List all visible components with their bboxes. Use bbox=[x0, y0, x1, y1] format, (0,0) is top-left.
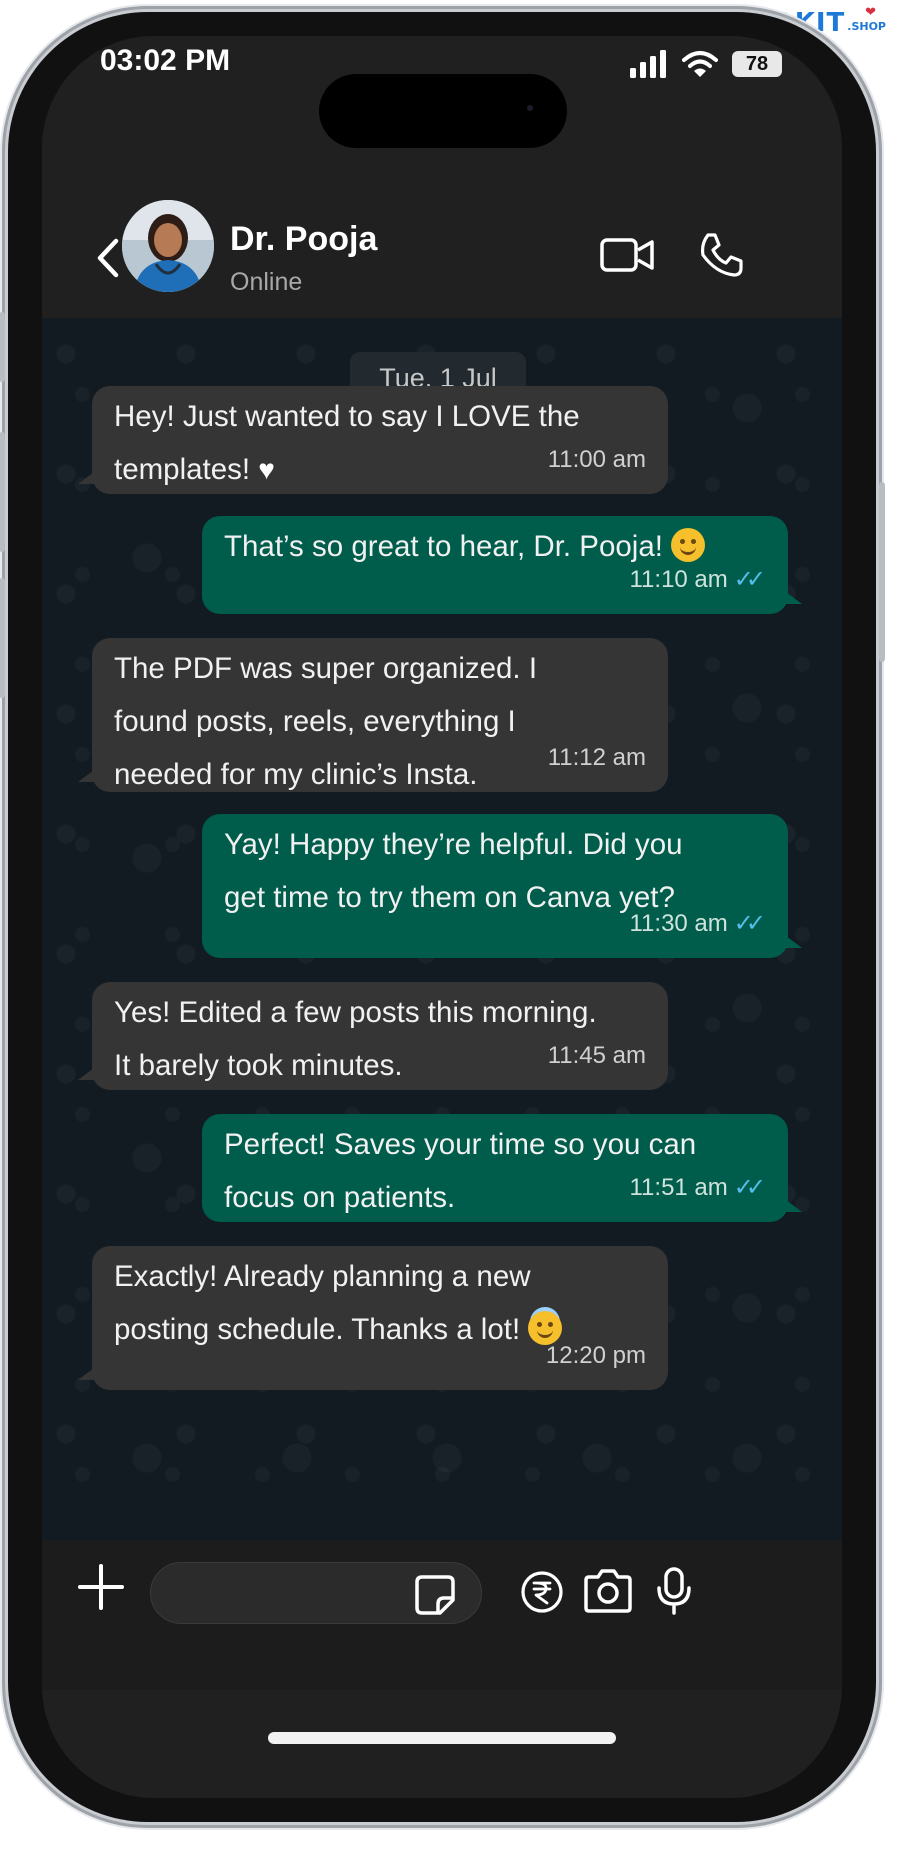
message-bubble-outgoing[interactable]: Yay! Happy they’re helpful. Did you get … bbox=[202, 814, 802, 958]
message-input-bar bbox=[42, 1540, 842, 1690]
white-heart-icon: ♥ bbox=[258, 454, 275, 485]
message-time: 11:30 am bbox=[629, 910, 728, 937]
phone-frame: 03:02 PM 78 Dr. Pooja Online Tue, 1 Jul … bbox=[0, 12, 885, 1822]
sticker-icon[interactable] bbox=[414, 1574, 456, 1616]
avatar-portrait-icon bbox=[122, 200, 214, 292]
cellular-signal-icon bbox=[630, 50, 666, 78]
message-bubble-outgoing[interactable]: Perfect! Saves your time so you can focu… bbox=[202, 1114, 802, 1222]
message-bubble-incoming[interactable]: The PDF was super organized. I found pos… bbox=[78, 638, 668, 792]
contact-status: Online bbox=[230, 268, 303, 296]
shopping-cart-icon: ❤ bbox=[865, 4, 876, 19]
dynamic-island bbox=[319, 74, 567, 148]
microphone-icon[interactable] bbox=[654, 1566, 694, 1616]
contact-avatar[interactable] bbox=[122, 200, 214, 292]
contact-name[interactable]: Dr. Pooja bbox=[230, 220, 377, 259]
phone-screen: 03:02 PM 78 Dr. Pooja Online Tue, 1 Jul … bbox=[42, 36, 842, 1798]
status-time: 03:02 PM bbox=[100, 44, 231, 77]
silent-switch bbox=[0, 312, 5, 382]
read-receipt-icon: ✓✓ bbox=[733, 910, 766, 937]
rupee-icon[interactable] bbox=[520, 1570, 564, 1614]
message-time: 11:12 am bbox=[547, 744, 646, 771]
back-arrow-icon[interactable] bbox=[94, 238, 122, 278]
message-bubble-outgoing[interactable]: That’s so great to hear, Dr. Pooja! 11:1… bbox=[202, 516, 802, 614]
power-button bbox=[879, 482, 885, 662]
battery-indicator: 78 bbox=[732, 51, 782, 77]
chat-header: Dr. Pooja Online bbox=[42, 176, 842, 296]
message-time: 11:10 am bbox=[629, 566, 728, 593]
chat-area[interactable]: Tue, 1 Jul Hey! Just wanted to say I LOV… bbox=[42, 318, 842, 1540]
volume-down-button bbox=[0, 578, 5, 698]
wifi-icon bbox=[682, 51, 718, 77]
message-time: 11:00 am bbox=[547, 446, 646, 473]
message-bubble-incoming[interactable]: Yes! Edited a few posts this morning. It… bbox=[78, 982, 668, 1090]
video-call-icon[interactable] bbox=[600, 236, 654, 274]
message-time: 11:45 am bbox=[547, 1042, 646, 1069]
read-receipt-icon: ✓✓ bbox=[733, 1174, 766, 1201]
volume-up-button bbox=[0, 432, 5, 552]
camera-icon[interactable] bbox=[582, 1568, 634, 1614]
home-indicator[interactable] bbox=[268, 1732, 616, 1744]
message-bubble-incoming[interactable]: Exactly! Already planning a new posting … bbox=[78, 1246, 668, 1390]
message-time: 12:20 pm bbox=[545, 1342, 646, 1369]
logo-suffix-text: .SHOP bbox=[847, 20, 886, 33]
message-bubble-incoming[interactable]: Hey! Just wanted to say I LOVE the templ… bbox=[78, 386, 668, 494]
phone-call-icon[interactable] bbox=[698, 232, 744, 278]
read-receipt-icon: ✓✓ bbox=[733, 566, 766, 593]
plus-icon[interactable] bbox=[76, 1562, 126, 1612]
message-time: 11:51 am bbox=[629, 1174, 728, 1201]
